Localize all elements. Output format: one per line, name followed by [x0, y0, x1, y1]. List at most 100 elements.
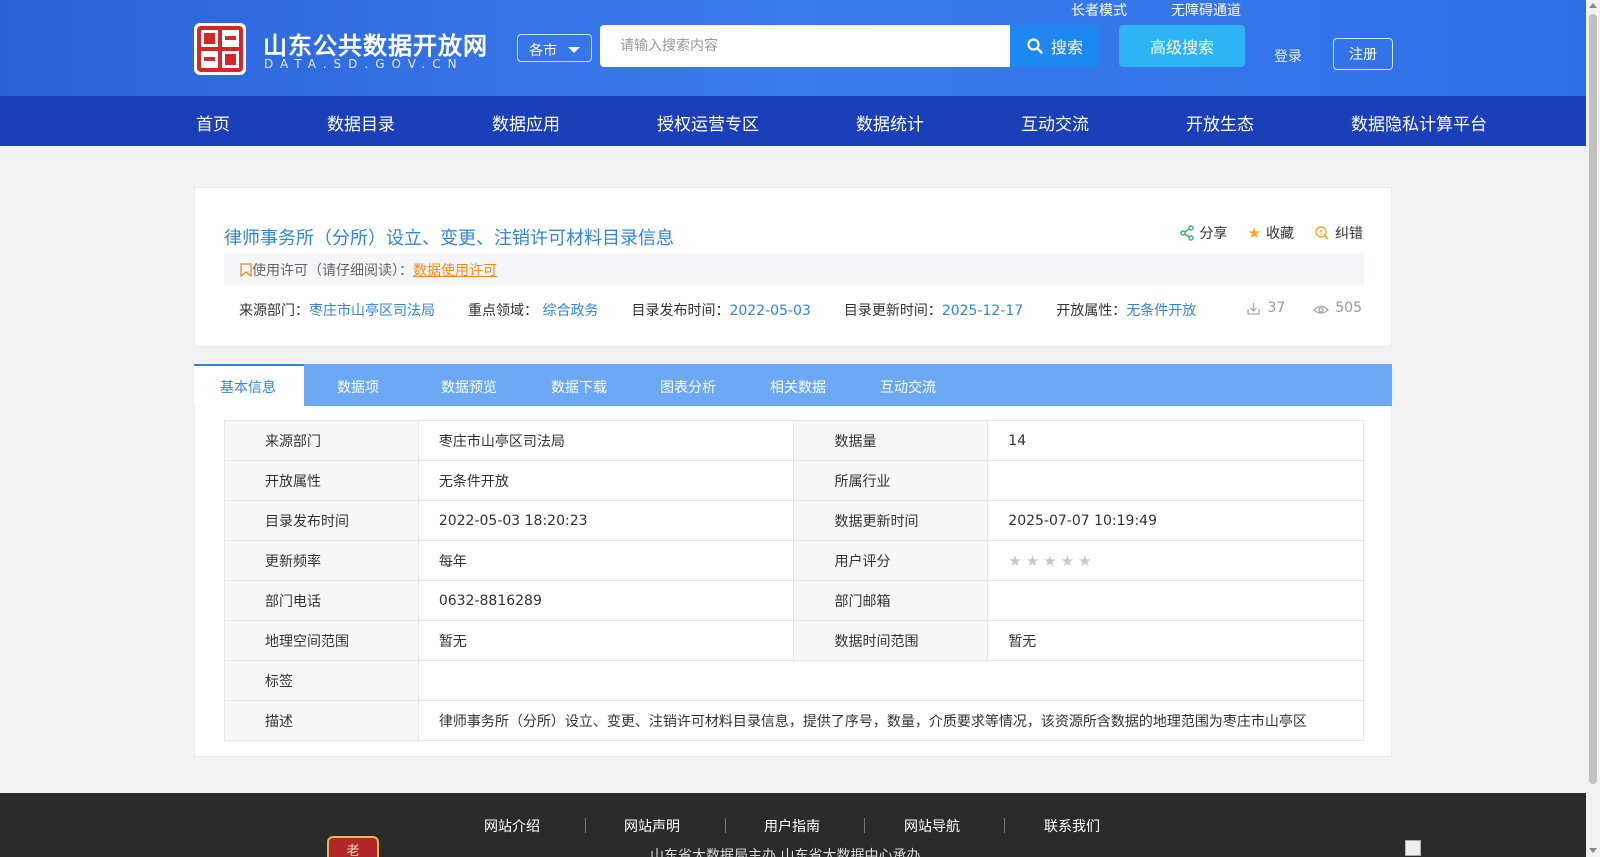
info-value [417, 660, 1365, 701]
site-logo-seal-icon[interactable] [193, 22, 247, 76]
view-count: 505 [1313, 300, 1362, 316]
info-key: 部门邮箱 [793, 580, 989, 621]
info-key: 数据更新时间 [793, 500, 989, 541]
tab-chart-analysis[interactable]: 图表分析 [660, 364, 716, 406]
info-key: 地理空间范围 [224, 620, 419, 661]
tab-data-items[interactable]: 数据项 [337, 364, 379, 406]
tab-related-data[interactable]: 相关数据 [770, 364, 826, 406]
footer-divider [725, 818, 726, 833]
footer-link-contact[interactable]: 联系我们 [1044, 816, 1100, 836]
dataset-stats: 37 505 [1246, 300, 1362, 316]
star-icon: ★ [1247, 224, 1261, 242]
info-key: 来源部门 [224, 420, 419, 461]
advanced-search-button[interactable]: 高级搜索 [1119, 25, 1245, 67]
register-button[interactable]: 注册 [1333, 38, 1393, 70]
site-footer: 老 网站介绍 网站声明 用户指南 网站导航 联系我们 山东省大数据局主办 山东省… [0, 793, 1586, 857]
info-value: 2022-05-03 18:20:23 [417, 500, 795, 541]
footer-link-guide[interactable]: 用户指南 [764, 816, 820, 836]
user-rating[interactable]: ★ ★ ★ ★ ★ [987, 540, 1364, 581]
search-button-label: 搜索 [1050, 38, 1083, 57]
meta-source-value[interactable]: 枣庄市山亭区司法局 [309, 303, 435, 319]
report-error-button[interactable]: 纠错 [1314, 223, 1363, 243]
nav-item-statistics[interactable]: 数据统计 [856, 110, 924, 135]
footer-link-sitemap[interactable]: 网站导航 [904, 816, 960, 836]
info-value: 2025-07-07 10:19:49 [987, 500, 1364, 541]
search-input[interactable] [600, 25, 1010, 67]
info-key: 目录发布时间 [224, 500, 419, 541]
info-key: 部门电话 [224, 580, 419, 621]
city-select[interactable]: 各市 [517, 34, 592, 62]
nav-item-authorized-ops[interactable]: 授权运营专区 [657, 110, 759, 135]
eye-icon [1313, 305, 1330, 314]
site-name[interactable]: 山东公共数据开放网 [263, 26, 488, 61]
city-select-label: 各市 [529, 43, 557, 59]
info-value: 暂无 [417, 620, 795, 661]
nav-item-home[interactable]: 首页 [196, 110, 230, 135]
accessibility-link[interactable]: 无障碍通道 [1171, 0, 1241, 20]
dataset-title: 律师事务所（分所）设立、变更、注销许可材料目录信息 [224, 228, 674, 249]
table-row: 部门电话 0632-8816289 部门邮箱 [224, 580, 1364, 621]
meta-update-value: 2025-12-17 [941, 303, 1024, 319]
tab-data-download[interactable]: 数据下载 [551, 364, 607, 406]
footer-link-statement[interactable]: 网站声明 [624, 816, 680, 836]
nav-item-interaction[interactable]: 互动交流 [1021, 110, 1089, 135]
info-key: 开放属性 [224, 460, 419, 501]
star-icon[interactable]: ★ [1061, 552, 1074, 570]
nav-item-privacy-computing[interactable]: 数据隐私计算平台 [1351, 110, 1487, 135]
info-value: 暂无 [987, 620, 1364, 661]
meta-domain: 重点领域： 综合政务 [468, 300, 598, 320]
table-row: 开放属性 无条件开放 所属行业 [224, 460, 1364, 501]
share-icon [1179, 225, 1194, 241]
info-value: 14 [987, 420, 1364, 461]
main-nav: 首页 数据目录 数据应用 授权运营专区 数据统计 互动交流 开放生态 数据隐私计… [0, 96, 1586, 146]
star-icon[interactable]: ★ [1043, 552, 1056, 570]
footer-link-about[interactable]: 网站介绍 [484, 816, 540, 836]
meta-publish: 目录发布时间：2022-05-03 [631, 300, 810, 320]
meta-source-label: 来源部门： [239, 303, 309, 319]
download-count-value: 37 [1267, 300, 1286, 316]
share-button[interactable]: 分享 [1179, 223, 1228, 243]
info-key: 描述 [224, 700, 419, 741]
license-link[interactable]: 数据使用许可 [413, 263, 497, 279]
info-key: 更新频率 [224, 540, 419, 581]
magnifier-warning-icon [1315, 226, 1329, 240]
star-icon[interactable]: ★ [1078, 552, 1091, 570]
scrollbar-thumb[interactable] [1589, 14, 1597, 784]
page-scrollbar[interactable] [1586, 0, 1600, 857]
meta-publish-value: 2022-05-03 [729, 303, 811, 319]
meta-open-label: 开放属性： [1056, 303, 1127, 319]
site-domain: DATA.SD.GOV.CN [264, 57, 464, 71]
elder-mode-link[interactable]: 长者模式 [1071, 0, 1127, 20]
table-row: 来源部门 枣庄市山亭区司法局 数据量 14 [224, 420, 1364, 461]
chevron-down-icon [568, 47, 580, 53]
dataset-tabs: 基本信息 数据项 数据预览 数据下载 图表分析 相关数据 互动交流 [194, 364, 1392, 406]
login-link[interactable]: 登录 [1274, 46, 1302, 66]
elder-badge[interactable]: 老 [327, 836, 379, 857]
search-button[interactable]: 搜索 [1010, 25, 1100, 67]
meta-source: 来源部门：枣庄市山亭区司法局 [239, 300, 435, 320]
table-row: 更新频率 每年 用户评分 ★ ★ ★ ★ ★ [224, 540, 1364, 581]
star-icon[interactable]: ★ [1026, 552, 1039, 570]
nav-item-apps[interactable]: 数据应用 [492, 110, 560, 135]
table-row: 标签 [224, 660, 1365, 701]
star-icon[interactable]: ★ [1008, 552, 1021, 570]
rating-stars[interactable]: ★ ★ ★ ★ ★ [1008, 552, 1363, 570]
info-value: 0632-8816289 [417, 580, 795, 621]
tab-data-preview[interactable]: 数据预览 [441, 364, 497, 406]
nav-item-catalog[interactable]: 数据目录 [327, 110, 395, 135]
tab-basic-info[interactable]: 基本信息 [194, 364, 304, 406]
dataset-header-card: 律师事务所（分所）设立、变更、注销许可材料目录信息 分享 ★ 收藏 纠错 使用许… [194, 187, 1392, 347]
nav-item-ecosystem[interactable]: 开放生态 [1186, 110, 1254, 135]
info-key: 所属行业 [793, 460, 989, 501]
dataset-meta: 来源部门：枣庄市山亭区司法局 重点领域： 综合政务 目录发布时间：2022-05… [239, 300, 1229, 320]
tab-interaction[interactable]: 互动交流 [880, 364, 936, 406]
meta-domain-label: 重点领域： [468, 303, 538, 319]
scroll-up-arrow-icon[interactable] [1589, 3, 1597, 8]
bookmark-icon [240, 263, 252, 278]
info-value: 无条件开放 [417, 460, 795, 501]
meta-open-value: 无条件开放 [1126, 303, 1197, 319]
meta-update-label: 目录更新时间： [843, 303, 942, 319]
info-key: 用户评分 [793, 540, 989, 581]
scroll-down-arrow-icon[interactable] [1589, 848, 1597, 853]
favorite-button[interactable]: ★ 收藏 [1248, 223, 1294, 243]
